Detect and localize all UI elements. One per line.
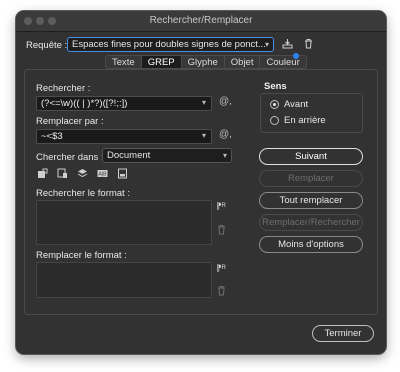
- find-format-area[interactable]: [36, 200, 212, 245]
- tab-glyphe[interactable]: Glyphe: [180, 55, 224, 69]
- tab-objet[interactable]: Objet: [223, 55, 260, 69]
- chevron-down-icon: ▾: [264, 40, 269, 49]
- hidden-layers-icon[interactable]: [77, 168, 88, 179]
- clear-replace-format-trash-icon: [218, 286, 225, 296]
- fewer-options-button[interactable]: Moins d'options: [259, 236, 363, 253]
- tab-indicator-dot: [293, 53, 299, 59]
- search-in-value: Document: [107, 150, 151, 161]
- replace-all-button[interactable]: Tout remplacer: [259, 192, 363, 209]
- replace-button[interactable]: Remplacer: [259, 170, 363, 187]
- tab-texte[interactable]: Texte: [105, 55, 141, 69]
- direction-label: Sens: [264, 81, 287, 92]
- find-replace-dialog: Rechercher/Remplacer Requête : Espaces f…: [16, 11, 386, 354]
- radio-forward[interactable]: [270, 100, 279, 109]
- save-query-icon[interactable]: [282, 38, 293, 49]
- find-format-label: Rechercher le format :: [36, 188, 130, 199]
- radio-backward-label: En arrière: [284, 115, 326, 126]
- radio-forward-label: Avant: [284, 99, 309, 110]
- search-in-select[interactable]: Document ▾: [102, 148, 232, 163]
- clear-format-trash-icon: [218, 225, 225, 235]
- format-settings-icon[interactable]: ⁋ᴿ: [216, 201, 226, 212]
- search-input[interactable]: (?<=\w)(( | )*?)([?!;:]): [36, 96, 212, 111]
- special-chars-icon[interactable]: @,: [219, 96, 232, 107]
- direction-group: [260, 93, 363, 133]
- radio-backward[interactable]: [270, 116, 279, 125]
- replace-history-chevron-icon[interactable]: ▾: [198, 129, 210, 144]
- next-button[interactable]: Suivant: [259, 148, 363, 165]
- query-select[interactable]: Espaces fines pour doubles signes de pon…: [67, 37, 274, 52]
- svg-text:A|B: A|B: [99, 172, 108, 178]
- trash-icon[interactable]: [303, 38, 314, 49]
- search-label: Rechercher :: [36, 83, 91, 94]
- search-history-chevron-icon[interactable]: ▾: [198, 96, 210, 111]
- tab-bar: Texte GREP Glyphe Objet Couleur: [105, 55, 307, 69]
- replace-input[interactable]: ~<$3: [36, 129, 212, 144]
- chevron-down-icon: ▾: [222, 151, 227, 160]
- locked-stories-icon[interactable]: [57, 168, 68, 179]
- replace-format-area[interactable]: [36, 262, 212, 298]
- replace-format-label: Remplacer le format :: [36, 250, 127, 261]
- replace-find-button[interactable]: Remplacer/Rechercher: [259, 214, 363, 231]
- replace-special-chars-icon[interactable]: @,: [219, 129, 232, 140]
- tab-grep[interactable]: GREP: [140, 55, 181, 69]
- master-pages-icon[interactable]: A|B: [97, 168, 108, 179]
- query-value: Espaces fines pour doubles signes de pon…: [72, 39, 266, 50]
- window-title: Rechercher/Remplacer: [149, 15, 253, 26]
- title-bar: Rechercher/Remplacer: [16, 11, 386, 32]
- tab-couleur[interactable]: Couleur: [259, 55, 307, 69]
- replace-format-settings-icon[interactable]: ⁋ᴿ: [216, 263, 226, 274]
- search-in-label: Chercher dans :: [36, 152, 104, 163]
- footnotes-icon[interactable]: [117, 168, 128, 179]
- query-label: Requête :: [26, 40, 68, 51]
- done-button[interactable]: Terminer: [312, 325, 374, 342]
- locked-layers-icon[interactable]: [37, 168, 48, 179]
- replace-label: Remplacer par :: [36, 116, 104, 127]
